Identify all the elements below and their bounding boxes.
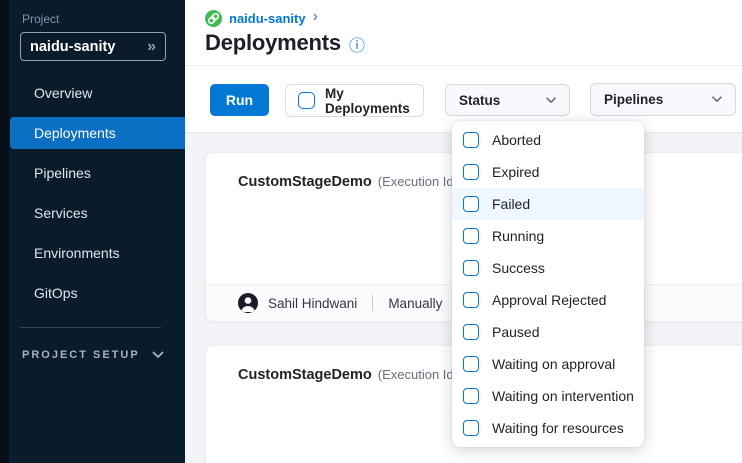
status-option-waiting-for-resources[interactable]: Waiting for resources bbox=[452, 412, 644, 444]
checkbox[interactable] bbox=[463, 196, 479, 212]
project-setup-toggle[interactable]: PROJECT SETUP bbox=[22, 349, 164, 361]
divider bbox=[372, 295, 373, 311]
status-filter-menu: Aborted Expired Failed Running Success A… bbox=[452, 121, 644, 447]
chevron-down-icon bbox=[712, 96, 722, 103]
harness-cd-icon bbox=[205, 10, 222, 27]
my-deployments-toggle[interactable]: My Deployments bbox=[285, 84, 424, 117]
project-setup-label: PROJECT SETUP bbox=[22, 349, 140, 361]
sidebar-item-environments[interactable]: Environments bbox=[10, 237, 185, 269]
checkbox[interactable] bbox=[463, 132, 479, 148]
pipelines-filter-label: Pipelines bbox=[604, 92, 663, 107]
status-option-label: Running bbox=[492, 228, 544, 244]
pipeline-name[interactable]: CustomStageDemo bbox=[238, 367, 372, 383]
sidebar-item-gitops[interactable]: GitOps bbox=[10, 277, 185, 309]
status-option-label: Waiting for resources bbox=[492, 420, 624, 436]
user-avatar-icon bbox=[238, 293, 258, 313]
sidebar-item-pipelines[interactable]: Pipelines bbox=[10, 157, 185, 189]
sidebar-divider bbox=[20, 327, 161, 328]
breadcrumb[interactable]: naidu-sanity › bbox=[205, 9, 318, 27]
execution-id-note: (Execution Id bbox=[378, 367, 454, 382]
pipeline-name[interactable]: CustomStageDemo bbox=[238, 174, 372, 190]
checkbox[interactable] bbox=[463, 228, 479, 244]
checkbox[interactable] bbox=[463, 324, 479, 340]
status-option-label: Waiting on intervention bbox=[492, 388, 634, 404]
status-option-label: Failed bbox=[492, 196, 530, 212]
breadcrumb-project-link[interactable]: naidu-sanity bbox=[229, 11, 306, 26]
page-title-row: Deployments ⓘ bbox=[205, 29, 365, 56]
page-header: naidu-sanity › Deployments ⓘ bbox=[185, 0, 742, 66]
status-filter-dropdown[interactable]: Status bbox=[445, 84, 570, 116]
triggered-by-user: Sahil Hindwani bbox=[268, 296, 357, 311]
checkbox[interactable] bbox=[463, 292, 479, 308]
status-option-label: Expired bbox=[492, 164, 539, 180]
checkbox[interactable] bbox=[463, 356, 479, 372]
status-option-label: Success bbox=[492, 260, 545, 276]
status-option-waiting-on-intervention[interactable]: Waiting on intervention bbox=[452, 380, 644, 412]
app-window: Project naidu-sanity » Overview Deployme… bbox=[0, 0, 742, 463]
nav-rail bbox=[0, 0, 9, 463]
status-option-label: Approval Rejected bbox=[492, 292, 606, 308]
status-option-expired[interactable]: Expired bbox=[452, 156, 644, 188]
sidebar-item-deployments[interactable]: Deployments bbox=[10, 117, 185, 149]
status-option-label: Waiting on approval bbox=[492, 356, 615, 372]
pipelines-filter-dropdown[interactable]: Pipelines bbox=[590, 83, 736, 116]
chevron-down-icon bbox=[546, 97, 556, 104]
status-option-aborted[interactable]: Aborted bbox=[452, 124, 644, 156]
status-option-approval-rejected[interactable]: Approval Rejected bbox=[452, 284, 644, 316]
checkbox[interactable] bbox=[463, 388, 479, 404]
execution-id-note: (Execution Id bbox=[378, 174, 454, 189]
page-title: Deployments bbox=[205, 30, 341, 56]
status-filter-label: Status bbox=[459, 93, 500, 108]
my-deployments-label: My Deployments bbox=[325, 86, 411, 116]
checkbox[interactable] bbox=[463, 260, 479, 276]
project-label: Project bbox=[22, 12, 59, 26]
project-sidebar: Project naidu-sanity » Overview Deployme… bbox=[0, 0, 185, 463]
status-option-paused[interactable]: Paused bbox=[452, 316, 644, 348]
checkbox[interactable] bbox=[463, 164, 479, 180]
status-option-label: Paused bbox=[492, 324, 539, 340]
status-option-failed[interactable]: Failed bbox=[452, 188, 644, 220]
checkbox[interactable] bbox=[463, 420, 479, 436]
info-icon[interactable]: ⓘ bbox=[349, 29, 365, 56]
status-option-label: Aborted bbox=[492, 132, 541, 148]
status-option-success[interactable]: Success bbox=[452, 252, 644, 284]
trigger-type: Manually bbox=[388, 296, 442, 311]
run-button[interactable]: Run bbox=[210, 84, 269, 116]
status-option-waiting-on-approval[interactable]: Waiting on approval bbox=[452, 348, 644, 380]
sidebar-item-overview[interactable]: Overview bbox=[10, 77, 185, 109]
project-selector[interactable]: naidu-sanity » bbox=[20, 32, 166, 61]
project-name: naidu-sanity bbox=[30, 39, 115, 55]
chevron-down-icon bbox=[152, 351, 164, 359]
chevron-right-icon: › bbox=[313, 9, 318, 27]
my-deployments-checkbox[interactable] bbox=[298, 92, 315, 109]
sidebar-item-services[interactable]: Services bbox=[10, 197, 185, 229]
status-option-running[interactable]: Running bbox=[452, 220, 644, 252]
double-chevron-icon[interactable]: » bbox=[147, 39, 156, 55]
